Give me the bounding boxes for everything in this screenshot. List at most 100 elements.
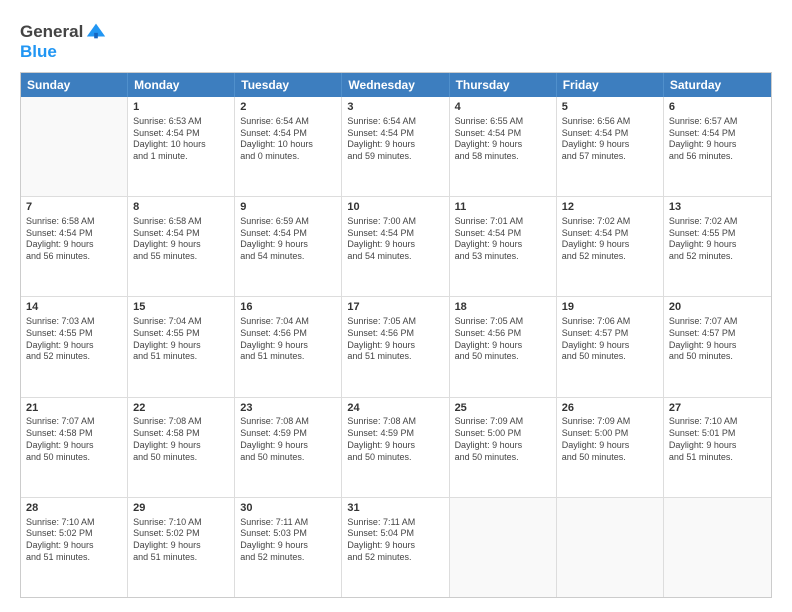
day-number: 3 [347, 100, 443, 115]
logo-blue-text: Blue [20, 42, 57, 61]
header-day-tuesday: Tuesday [235, 73, 342, 97]
day-number: 28 [26, 501, 122, 516]
calendar-cell: 20Sunrise: 7:07 AMSunset: 4:57 PMDayligh… [664, 297, 771, 396]
calendar-row-3: 21Sunrise: 7:07 AMSunset: 4:58 PMDayligh… [21, 397, 771, 497]
cell-text: Sunrise: 7:10 AMSunset: 5:01 PMDaylight:… [669, 416, 766, 463]
cell-text: Sunrise: 7:02 AMSunset: 4:54 PMDaylight:… [562, 216, 658, 263]
calendar-cell [664, 498, 771, 597]
day-number: 4 [455, 100, 551, 115]
calendar-body: 1Sunrise: 6:53 AMSunset: 4:54 PMDaylight… [21, 97, 771, 597]
day-number: 17 [347, 300, 443, 315]
calendar-cell: 26Sunrise: 7:09 AMSunset: 5:00 PMDayligh… [557, 398, 664, 497]
day-number: 30 [240, 501, 336, 516]
cell-text: Sunrise: 7:00 AMSunset: 4:54 PMDaylight:… [347, 216, 443, 263]
cell-text: Sunrise: 7:10 AMSunset: 5:02 PMDaylight:… [26, 517, 122, 564]
cell-text: Sunrise: 7:04 AMSunset: 4:56 PMDaylight:… [240, 316, 336, 363]
cell-text: Sunrise: 6:53 AMSunset: 4:54 PMDaylight:… [133, 116, 229, 163]
cell-text: Sunrise: 7:09 AMSunset: 5:00 PMDaylight:… [455, 416, 551, 463]
day-number: 26 [562, 401, 658, 416]
calendar-row-0: 1Sunrise: 6:53 AMSunset: 4:54 PMDaylight… [21, 97, 771, 196]
calendar-cell: 18Sunrise: 7:05 AMSunset: 4:56 PMDayligh… [450, 297, 557, 396]
cell-text: Sunrise: 7:07 AMSunset: 4:58 PMDaylight:… [26, 416, 122, 463]
calendar-cell: 6Sunrise: 6:57 AMSunset: 4:54 PMDaylight… [664, 97, 771, 196]
calendar-cell: 24Sunrise: 7:08 AMSunset: 4:59 PMDayligh… [342, 398, 449, 497]
cell-text: Sunrise: 6:58 AMSunset: 4:54 PMDaylight:… [133, 216, 229, 263]
day-number: 21 [26, 401, 122, 416]
day-number: 10 [347, 200, 443, 215]
header-day-sunday: Sunday [21, 73, 128, 97]
day-number: 20 [669, 300, 766, 315]
day-number: 6 [669, 100, 766, 115]
day-number: 25 [455, 401, 551, 416]
day-number: 18 [455, 300, 551, 315]
cell-text: Sunrise: 7:08 AMSunset: 4:59 PMDaylight:… [347, 416, 443, 463]
calendar-cell: 8Sunrise: 6:58 AMSunset: 4:54 PMDaylight… [128, 197, 235, 296]
day-number: 15 [133, 300, 229, 315]
calendar-cell: 3Sunrise: 6:54 AMSunset: 4:54 PMDaylight… [342, 97, 449, 196]
cell-text: Sunrise: 7:10 AMSunset: 5:02 PMDaylight:… [133, 517, 229, 564]
calendar-cell: 17Sunrise: 7:05 AMSunset: 4:56 PMDayligh… [342, 297, 449, 396]
logo-icon [85, 20, 107, 42]
cell-text: Sunrise: 6:55 AMSunset: 4:54 PMDaylight:… [455, 116, 551, 163]
day-number: 19 [562, 300, 658, 315]
cell-text: Sunrise: 7:11 AMSunset: 5:03 PMDaylight:… [240, 517, 336, 564]
cell-text: Sunrise: 6:57 AMSunset: 4:54 PMDaylight:… [669, 116, 766, 163]
calendar-cell: 4Sunrise: 6:55 AMSunset: 4:54 PMDaylight… [450, 97, 557, 196]
calendar-header: SundayMondayTuesdayWednesdayThursdayFrid… [21, 73, 771, 97]
day-number: 1 [133, 100, 229, 115]
cell-text: Sunrise: 6:56 AMSunset: 4:54 PMDaylight:… [562, 116, 658, 163]
day-number: 29 [133, 501, 229, 516]
calendar-cell: 27Sunrise: 7:10 AMSunset: 5:01 PMDayligh… [664, 398, 771, 497]
calendar-cell: 16Sunrise: 7:04 AMSunset: 4:56 PMDayligh… [235, 297, 342, 396]
calendar-cell: 21Sunrise: 7:07 AMSunset: 4:58 PMDayligh… [21, 398, 128, 497]
cell-text: Sunrise: 7:09 AMSunset: 5:00 PMDaylight:… [562, 416, 658, 463]
cell-text: Sunrise: 7:08 AMSunset: 4:58 PMDaylight:… [133, 416, 229, 463]
day-number: 16 [240, 300, 336, 315]
header-day-thursday: Thursday [450, 73, 557, 97]
calendar-cell: 14Sunrise: 7:03 AMSunset: 4:55 PMDayligh… [21, 297, 128, 396]
calendar-cell: 10Sunrise: 7:00 AMSunset: 4:54 PMDayligh… [342, 197, 449, 296]
cell-text: Sunrise: 7:11 AMSunset: 5:04 PMDaylight:… [347, 517, 443, 564]
calendar-cell: 29Sunrise: 7:10 AMSunset: 5:02 PMDayligh… [128, 498, 235, 597]
cell-text: Sunrise: 7:08 AMSunset: 4:59 PMDaylight:… [240, 416, 336, 463]
calendar-cell: 5Sunrise: 6:56 AMSunset: 4:54 PMDaylight… [557, 97, 664, 196]
calendar: SundayMondayTuesdayWednesdayThursdayFrid… [20, 72, 772, 598]
cell-text: Sunrise: 6:54 AMSunset: 4:54 PMDaylight:… [240, 116, 336, 163]
header-day-saturday: Saturday [664, 73, 771, 97]
header: General Blue [20, 18, 772, 62]
calendar-cell: 23Sunrise: 7:08 AMSunset: 4:59 PMDayligh… [235, 398, 342, 497]
calendar-cell: 12Sunrise: 7:02 AMSunset: 4:54 PMDayligh… [557, 197, 664, 296]
day-number: 7 [26, 200, 122, 215]
day-number: 11 [455, 200, 551, 215]
cell-text: Sunrise: 7:01 AMSunset: 4:54 PMDaylight:… [455, 216, 551, 263]
day-number: 12 [562, 200, 658, 215]
day-number: 2 [240, 100, 336, 115]
day-number: 27 [669, 401, 766, 416]
day-number: 23 [240, 401, 336, 416]
logo: General Blue [20, 22, 107, 62]
calendar-cell [557, 498, 664, 597]
calendar-cell: 19Sunrise: 7:06 AMSunset: 4:57 PMDayligh… [557, 297, 664, 396]
day-number: 22 [133, 401, 229, 416]
calendar-cell: 28Sunrise: 7:10 AMSunset: 5:02 PMDayligh… [21, 498, 128, 597]
calendar-row-4: 28Sunrise: 7:10 AMSunset: 5:02 PMDayligh… [21, 497, 771, 597]
day-number: 13 [669, 200, 766, 215]
cell-text: Sunrise: 7:04 AMSunset: 4:55 PMDaylight:… [133, 316, 229, 363]
cell-text: Sunrise: 7:05 AMSunset: 4:56 PMDaylight:… [347, 316, 443, 363]
cell-text: Sunrise: 7:02 AMSunset: 4:55 PMDaylight:… [669, 216, 766, 263]
calendar-row-1: 7 Sunrise: 6:58 AMSunset: 4:54 PMDaylight… [21, 196, 771, 296]
logo-general-text: General [20, 22, 83, 42]
calendar-cell: 25Sunrise: 7:09 AMSunset: 5:00 PMDayligh… [450, 398, 557, 497]
calendar-cell: 7Sunrise: 6:58 AMSunset: 4:54 PMDaylight… [21, 197, 128, 296]
calendar-cell: 1Sunrise: 6:53 AMSunset: 4:54 PMDaylight… [128, 97, 235, 196]
day-number: 5 [562, 100, 658, 115]
calendar-cell: 15Sunrise: 7:04 AMSunset: 4:55 PMDayligh… [128, 297, 235, 396]
calendar-cell [21, 97, 128, 196]
day-number: 14 [26, 300, 122, 315]
calendar-row-2: 14Sunrise: 7:03 AMSunset: 4:55 PMDayligh… [21, 296, 771, 396]
cell-text: Sunrise: 6:54 AMSunset: 4:54 PMDaylight:… [347, 116, 443, 163]
header-day-friday: Friday [557, 73, 664, 97]
cell-text: Sunrise: 7:03 AMSunset: 4:55 PMDaylight:… [26, 316, 122, 363]
page: General Blue SundayMondayTuesdayWednesda… [0, 0, 792, 612]
calendar-cell: 9Sunrise: 6:59 AMSunset: 4:54 PMDaylight… [235, 197, 342, 296]
